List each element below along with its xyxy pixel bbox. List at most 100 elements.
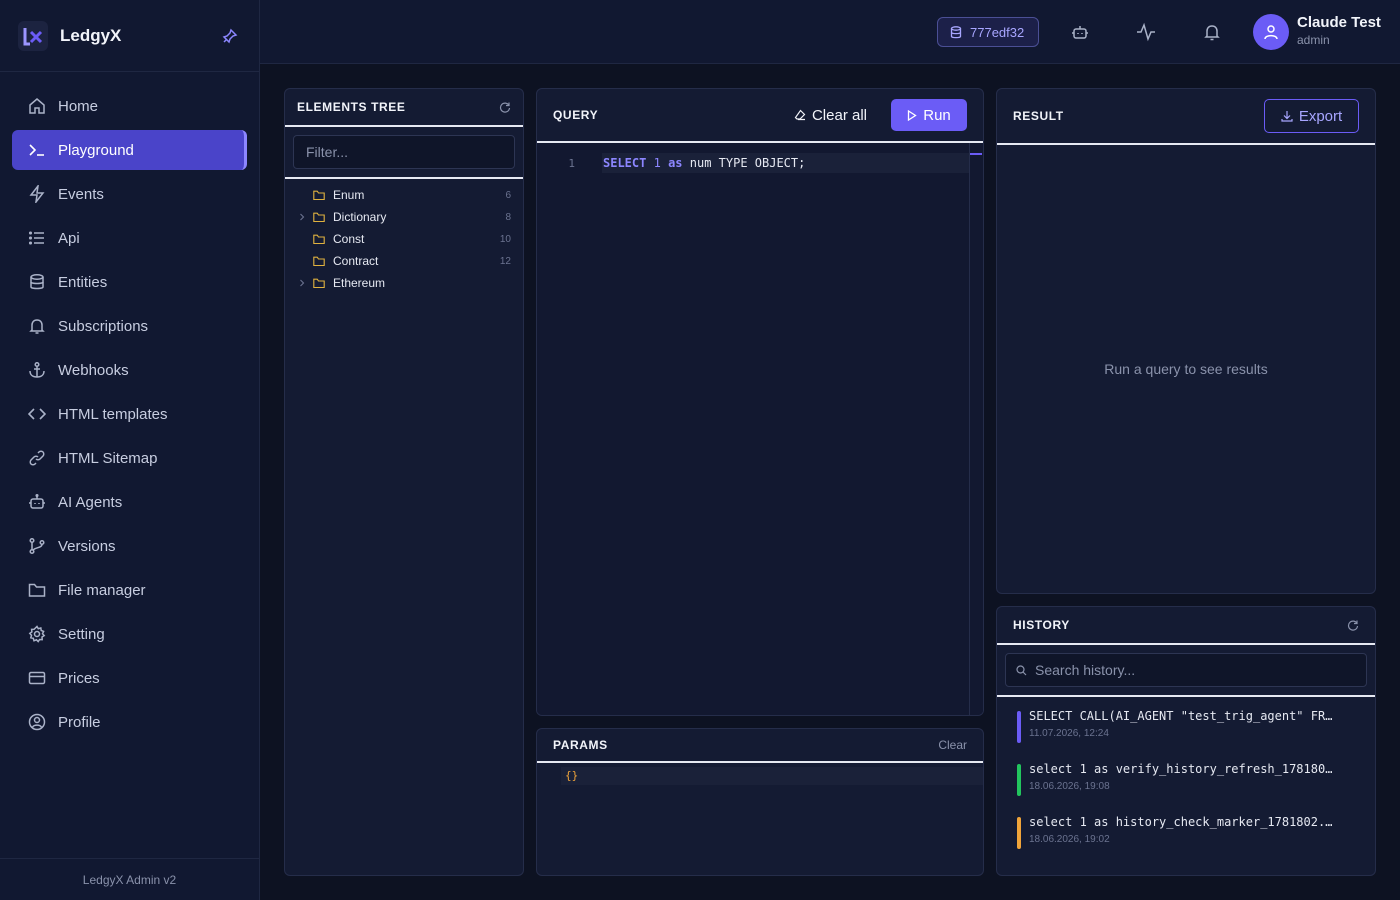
brand-name: LedgyX xyxy=(60,25,122,45)
history-query: SELECT CALL(AI_AGENT "test_trig_agent" F… xyxy=(1029,709,1333,723)
bell-icon[interactable] xyxy=(1202,22,1222,42)
clear-all-button[interactable]: Clear all xyxy=(794,107,867,124)
nav-label: Subscriptions xyxy=(58,317,149,335)
code-line: 1 SELECT 1 as num TYPE OBJECT; xyxy=(537,153,969,173)
history-status-bar xyxy=(1017,764,1021,796)
chevron-right-icon[interactable] xyxy=(299,279,305,287)
nav-label: Events xyxy=(58,185,104,203)
nav-webhooks[interactable]: Webhooks xyxy=(12,350,247,390)
database-badge[interactable]: 777edf32 xyxy=(937,17,1039,47)
tree-item-ethereum[interactable]: Ethereum xyxy=(285,272,523,294)
panel-title: RESULT xyxy=(1013,109,1064,123)
history-status-bar xyxy=(1017,817,1021,849)
tree-filter-input[interactable] xyxy=(306,144,502,160)
clear-all-label: Clear all xyxy=(811,106,867,124)
tree-filter[interactable] xyxy=(293,135,515,169)
history-query: select 1 as history_check_marker_1781802… xyxy=(1029,815,1333,829)
user-role: admin xyxy=(1297,33,1330,47)
elements-tree-header: ELEMENTS TREE xyxy=(285,89,523,127)
nav-playground[interactable]: Playground xyxy=(12,130,247,170)
history-item[interactable]: select 1 as history_check_marker_1781802… xyxy=(997,803,1375,856)
params-clear-button[interactable]: Clear xyxy=(938,738,967,752)
nav-profile[interactable]: Profile xyxy=(12,702,247,742)
nav-label: Versions xyxy=(58,537,116,555)
list-icon xyxy=(28,229,46,247)
nav-subscriptions[interactable]: Subscriptions xyxy=(12,306,247,346)
nav-label: Setting xyxy=(58,625,105,643)
query-editor[interactable]: 1 SELECT 1 as num TYPE OBJECT; xyxy=(537,143,983,715)
history-search-input[interactable] xyxy=(1035,662,1335,678)
credit-card-icon xyxy=(28,669,46,687)
nav-html-sitemap[interactable]: HTML Sitemap xyxy=(12,438,247,478)
tree-item-enum[interactable]: Enum 6 xyxy=(285,184,523,206)
nav-ai-agents[interactable]: AI Agents xyxy=(12,482,247,522)
eraser-icon xyxy=(794,109,806,121)
tree-item-count: 10 xyxy=(499,233,511,245)
code-keyword: as xyxy=(668,156,683,170)
nav-entities[interactable]: Entities xyxy=(12,262,247,302)
nav-file-manager[interactable]: File manager xyxy=(12,570,247,610)
tree-item-label: Dictionary xyxy=(333,210,387,224)
history-time: 18.06.2026, 19:08 xyxy=(1029,781,1110,792)
pin-icon[interactable] xyxy=(222,28,238,44)
activity-icon[interactable] xyxy=(1136,22,1156,42)
run-button[interactable]: Run xyxy=(891,99,967,131)
download-icon xyxy=(1281,111,1293,122)
database-icon xyxy=(28,273,46,291)
params-editor[interactable]: {} xyxy=(561,767,983,785)
history-status-bar xyxy=(1017,711,1021,743)
tree-item-contract[interactable]: Contract 12 xyxy=(285,250,523,272)
nav-setting[interactable]: Setting xyxy=(12,614,247,654)
nav-label: Api xyxy=(58,229,80,247)
tree-item-const[interactable]: Const 10 xyxy=(285,228,523,250)
history-query: select 1 as verify_history_refresh_17818… xyxy=(1029,762,1333,776)
nav-home[interactable]: Home xyxy=(12,86,247,126)
tree-item-label: Enum xyxy=(333,188,365,202)
elements-tree-panel: ELEMENTS TREE Enum 6 Dictionary 8 Const … xyxy=(284,88,524,876)
history-search[interactable] xyxy=(1005,653,1367,687)
brand: LedgyX xyxy=(0,0,259,72)
search-icon xyxy=(1016,664,1027,676)
user-circle-icon xyxy=(28,713,46,731)
history-header: HISTORY xyxy=(997,607,1375,645)
refresh-icon[interactable] xyxy=(1347,619,1359,631)
nav-prices[interactable]: Prices xyxy=(12,658,247,698)
panel-title: HISTORY xyxy=(1013,618,1070,632)
logo xyxy=(18,20,48,51)
nav-events[interactable]: Events xyxy=(12,174,247,214)
folder-icon xyxy=(313,256,325,267)
nav-label: Entities xyxy=(58,273,108,291)
play-icon xyxy=(908,109,917,121)
code-icon xyxy=(28,405,46,423)
history-item[interactable]: SELECT CALL(AI_AGENT "test_trig_agent" F… xyxy=(997,697,1375,750)
run-label: Run xyxy=(923,106,951,124)
history-item[interactable]: select 1 as verify_history_refresh_17818… xyxy=(997,750,1375,803)
nav-label: Home xyxy=(58,97,99,115)
export-label: Export xyxy=(1298,107,1343,125)
avatar[interactable] xyxy=(1253,14,1289,50)
top-header: 777edf32 Claude Test admin xyxy=(260,0,1400,64)
scrollbar-marker xyxy=(970,153,982,155)
nav-html-templates[interactable]: HTML templates xyxy=(12,394,247,434)
database-id: 777edf32 xyxy=(970,24,1025,40)
tree-item-count: 12 xyxy=(499,255,511,267)
code-text[interactable]: SELECT 1 as num TYPE OBJECT; xyxy=(602,153,969,173)
database-icon xyxy=(950,25,970,39)
tree-item-count: 6 xyxy=(505,189,511,201)
tree-item-dictionary[interactable]: Dictionary 8 xyxy=(285,206,523,228)
nav-versions[interactable]: Versions xyxy=(12,526,247,566)
robot-icon[interactable] xyxy=(1070,22,1090,42)
nav-label: Webhooks xyxy=(58,361,129,379)
tree-item-count: 8 xyxy=(505,211,511,223)
params-header: PARAMS Clear xyxy=(537,729,983,763)
tree-item-label: Ethereum xyxy=(333,276,386,290)
folder-icon xyxy=(313,278,325,289)
export-button[interactable]: Export xyxy=(1264,99,1359,133)
editor-scrollbar[interactable] xyxy=(969,143,983,715)
refresh-icon[interactable] xyxy=(499,101,511,113)
nav-label: HTML Sitemap xyxy=(58,449,158,467)
anchor-icon xyxy=(28,361,46,379)
chevron-right-icon[interactable] xyxy=(299,213,305,221)
nav-api[interactable]: Api xyxy=(12,218,247,258)
panel-title: ELEMENTS TREE xyxy=(297,100,406,114)
